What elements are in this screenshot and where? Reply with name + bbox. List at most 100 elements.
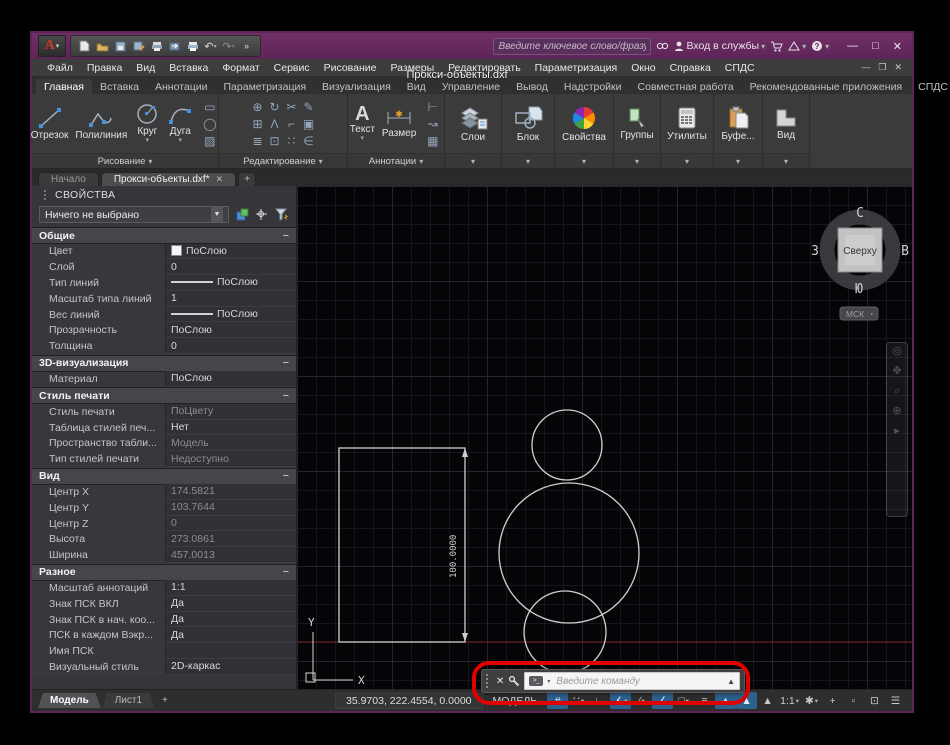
panel-properties-expand[interactable]: ▾ (555, 153, 613, 168)
table-icon[interactable]: ▦ (427, 134, 438, 148)
menu-item-вид[interactable]: Вид (129, 62, 162, 74)
search-icon[interactable] (656, 41, 669, 52)
maximize-icon[interactable]: □ (872, 40, 879, 52)
utilities-button[interactable]: Утилиты (661, 106, 713, 142)
layers-button[interactable]: Слои (452, 105, 494, 143)
ortho-mode-icon[interactable]: ∟ (589, 692, 610, 709)
section-header[interactable]: 3D-визуализация− (32, 355, 296, 372)
new-layout-button[interactable]: + (156, 695, 174, 706)
properties-button[interactable]: Свойства (556, 105, 612, 143)
panel-annotate-title[interactable]: Аннотации▾ (348, 153, 444, 168)
redo-icon[interactable]: ↷▾ (221, 39, 236, 53)
panel-clipboard-expand[interactable]: ▾ (714, 153, 762, 168)
collapse-icon[interactable]: − (283, 390, 289, 402)
property-value[interactable]: Нет (165, 420, 296, 436)
menu-item-размеры[interactable]: Размеры (384, 62, 442, 74)
annotation-autoscale-icon[interactable]: ▲ (736, 692, 757, 709)
menu-item-справка[interactable]: Справка (663, 62, 718, 74)
combo-arrow-icon[interactable]: ▼ (211, 207, 223, 222)
property-value[interactable]: 1 (165, 291, 296, 307)
ribbon-tab-параметризация[interactable]: Параметризация (216, 79, 315, 94)
property-value[interactable]: ПоСлою (165, 275, 296, 291)
property-value[interactable]: 0 (165, 338, 296, 354)
signin-button[interactable]: Вход в службы▾ (674, 40, 765, 52)
clean-screen-icon[interactable]: ⊡ (864, 692, 885, 709)
copy-tool-icon[interactable]: ⊞ (252, 117, 262, 131)
circle-large[interactable] (499, 483, 639, 623)
command-input-box[interactable]: >_ ▾ ▲ (524, 672, 740, 690)
object-snap-icon[interactable]: □▾ (673, 692, 694, 709)
array-tool-icon[interactable]: ∷ (288, 134, 296, 148)
select-objects-icon[interactable] (254, 208, 269, 222)
scale-tool-icon[interactable]: ⊡ (269, 134, 279, 148)
property-value[interactable]: 0 (165, 516, 296, 532)
object-type-select[interactable]: Ничего не выбрано▼ (39, 206, 229, 223)
ribbon-tab-главная[interactable]: Главная (36, 79, 92, 94)
panel-block-expand[interactable]: ▾ (502, 153, 554, 168)
status-menu-icon[interactable]: ☰ (885, 692, 906, 709)
app-menu-button[interactable]: A▾ (38, 35, 66, 57)
circle-small-bottom[interactable] (524, 591, 606, 673)
leader-icon[interactable]: ↝ (428, 117, 438, 131)
property-value[interactable]: ПоСлою (165, 371, 296, 387)
wcs-dropdown[interactable]: МСК ▾ (840, 307, 878, 320)
new-drawing-tab-button[interactable]: + (238, 172, 256, 186)
zoom-icon[interactable]: ⌕ (894, 386, 900, 397)
close-icon[interactable]: ✕ (893, 40, 902, 53)
menu-item-вставка[interactable]: Вставка (162, 62, 215, 74)
quick-select-icon[interactable] (274, 208, 289, 222)
property-value[interactable]: 0 (165, 259, 296, 275)
ribbon-tab-спдс-2019[interactable]: СПДС 2019 (910, 79, 950, 94)
help-search-input[interactable] (493, 38, 651, 55)
ellipse-tool-icon[interactable]: ◯ (203, 117, 216, 131)
ribbon-tab-рекомендованные-приложения[interactable]: Рекомендованные приложения (742, 79, 911, 94)
undo-icon[interactable]: ↶▾ (203, 39, 218, 53)
property-value[interactable] (165, 643, 296, 659)
dimension-tool[interactable]: ✱ Размер (382, 108, 416, 139)
block-button[interactable]: Блок (507, 105, 549, 143)
collapse-icon[interactable]: − (283, 230, 289, 242)
property-value[interactable]: Да (165, 612, 296, 628)
menu-item-параметризация[interactable]: Параметризация (528, 62, 625, 74)
navigation-bar[interactable]: ◎✥⌕⊕▸ (886, 342, 908, 517)
file-tab[interactable]: Прокси-объекты.dxf*✕ (101, 172, 236, 186)
collapse-icon[interactable]: − (283, 566, 289, 578)
help-icon[interactable]: ?▾ (811, 40, 829, 52)
menu-item-рисование[interactable]: Рисование (317, 62, 384, 74)
ribbon-tab-вывод[interactable]: Вывод (508, 79, 556, 94)
lineweight-icon[interactable]: ≡ (694, 692, 715, 709)
text-tool[interactable]: А Текст▾ (350, 104, 375, 143)
property-value[interactable]: ПоСлою (165, 244, 296, 260)
ribbon-tab-аннотации[interactable]: Аннотации (147, 79, 216, 94)
command-line[interactable]: ✕ >_ ▾ ▲ (481, 669, 745, 693)
section-header[interactable]: Вид− (32, 468, 296, 485)
mdi-close-icon[interactable]: ✕ (894, 62, 902, 73)
line-tool[interactable]: Отрезок (31, 106, 69, 141)
menu-item-файл[interactable]: Файл (40, 62, 80, 74)
clipboard-button[interactable]: Буфе... (715, 106, 760, 142)
qat-more-icon[interactable]: » (239, 39, 254, 53)
rectangle-tool-icon[interactable]: ▭ (204, 100, 215, 114)
panel-draw-title[interactable]: Рисование▾ (32, 153, 218, 168)
stretch-tool-icon[interactable]: ≣ (252, 134, 262, 148)
annotation-scale-icon[interactable]: ▲ (757, 692, 778, 709)
print-icon[interactable] (185, 39, 200, 53)
autodesk-360-icon[interactable]: ▾ (788, 41, 806, 51)
panel-groups-expand[interactable]: ▾ (614, 153, 660, 168)
space-label[interactable]: МОДЕЛЬ (485, 695, 546, 707)
panel-layers-expand[interactable]: ▾ (445, 153, 501, 168)
command-expand-icon[interactable]: ▲ (727, 677, 735, 686)
command-prompt-icon[interactable]: >_ (529, 676, 543, 686)
property-value[interactable]: Недоступно (165, 451, 296, 467)
groups-button[interactable]: Группы (614, 107, 659, 141)
menu-item-редактировать[interactable]: Редактировать (441, 62, 528, 74)
section-header[interactable]: Общие− (32, 227, 296, 244)
panel-utilities-expand[interactable]: ▾ (661, 153, 713, 168)
ribbon-tab-визуализация[interactable]: Визуализация (314, 79, 399, 94)
isolate-objects-icon[interactable]: ▫ (843, 692, 864, 709)
collapse-icon[interactable]: − (283, 470, 289, 482)
property-value[interactable]: 457.0013 (165, 547, 296, 563)
move-tool-icon[interactable]: ⊕ (252, 100, 262, 114)
dimension-object[interactable]: 100.0000 (449, 448, 468, 642)
save-as-icon[interactable] (131, 39, 146, 53)
